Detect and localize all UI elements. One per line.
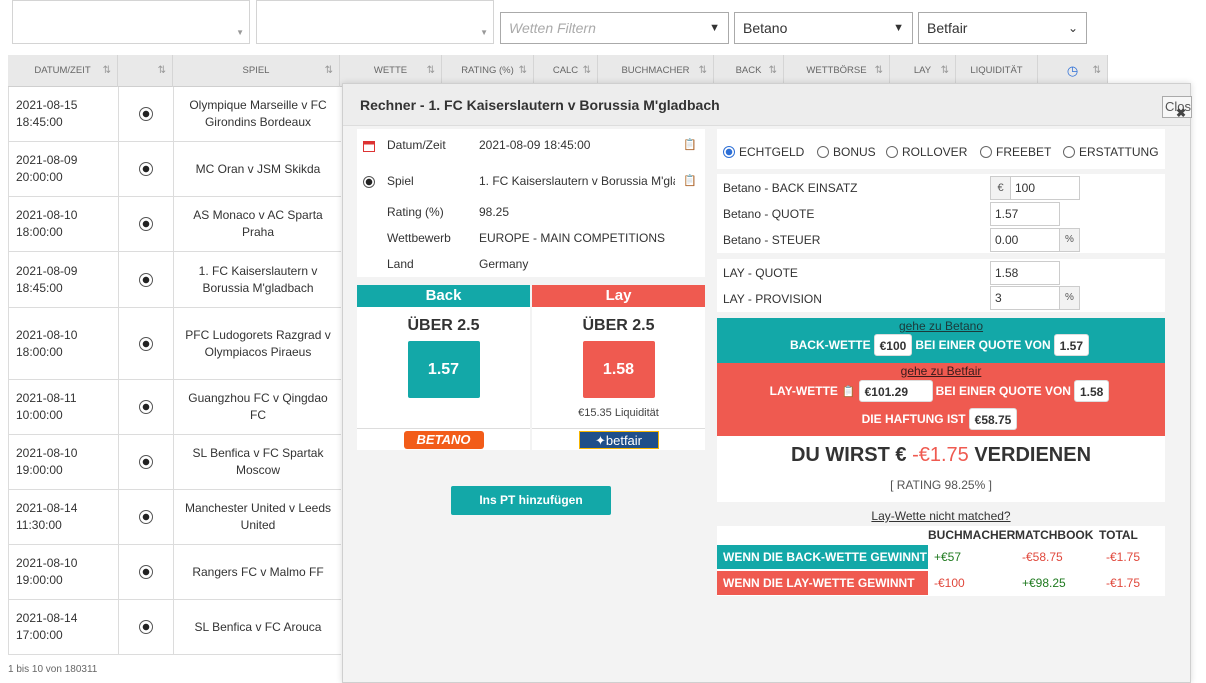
soccer-ball-icon [139,510,153,524]
lay-commission-input[interactable]: 3 [990,286,1060,310]
liability-amount: €58.75 [968,408,1018,430]
back-stake-input[interactable]: 100 [1010,176,1080,200]
table-row[interactable]: 2021-08-10 19:00:00 SL Benfica v FC Spart… [8,435,341,490]
soccer-ball-icon [139,217,153,231]
back-market: ÜBER 2.5 [407,317,480,334]
col-match[interactable]: SPIEL ⇅ [173,55,340,87]
chevron-down-icon: ▼ [480,28,488,37]
copy-icon[interactable]: 📋 [683,171,697,191]
calendar-icon [363,138,375,158]
goto-betfair-link[interactable]: gehe zu Betfair [717,364,1165,378]
betfair-logo-cell[interactable]: ✦betfair [532,428,705,450]
soccer-ball-icon [139,400,153,414]
soccer-ball-icon [139,336,153,351]
col-sport[interactable]: ⇅ [118,55,173,87]
soccer-ball-icon [139,272,153,287]
caret-down-icon: ▼ [709,22,720,34]
soccer-ball-icon [139,565,153,579]
sort-icon: ⇅ [324,65,333,76]
table-row[interactable]: 2021-08-09 20:00:00 MC Oran v JSM Skikda [8,142,341,197]
radio-icon [886,146,898,158]
outcome-summary-table: BUCHMACHER MATCHBOOK TOTAL WENN DIE BACK… [717,526,1165,596]
lay-odds-input[interactable]: 1.58 [990,261,1060,285]
sport-multiselect[interactable]: ▼ [12,0,250,44]
pagination-info: 1 bis 10 von 180311 [8,664,98,675]
lay-market: ÜBER 2.5 [582,317,655,334]
back-form: Betano - BACK EINSATZ € 100 Betano - QUO… [717,174,1165,253]
radio-bonus[interactable]: BONUS [817,145,876,159]
table-row[interactable]: 2021-08-10 18:00:00 PFC Ludogorets Razgra… [8,308,341,380]
radio-icon [817,146,829,158]
sort-icon: ⇅ [157,65,166,76]
bet-filter-select[interactable]: Wetten Filtern ▼ [500,12,729,44]
chevron-down-icon: ▼ [236,28,244,37]
soccer-ball-icon [139,162,153,176]
back-bet-amount: €100 [873,334,913,356]
profit-result: DU WIRST € -€1.75 VERDIENEN [ RATING 98.… [717,436,1165,502]
league-multiselect[interactable]: ▼ [256,0,494,44]
betfair-logo[interactable]: ✦betfair [578,430,659,449]
soccer-ball-icon [139,620,153,634]
radio-echtgeld[interactable]: ECHTGELD [723,145,804,159]
clock-icon: ◷ [1066,63,1079,78]
back-wins-label: WENN DIE BACK-WETTE GEWINNT [717,545,928,569]
radio-erstattung[interactable]: ERSTATTUNG [1063,145,1159,159]
copy-icon[interactable]: 📋 [683,135,697,155]
radio-icon [980,146,992,158]
modal-title: Rechner - 1. FC Kaiserslautern v Borussi… [343,84,1190,126]
table-row[interactable]: 2021-08-15 18:45:00 Olympique Marseille v… [8,87,341,142]
back-panel: Back ÜBER 2.5 1.57 [357,285,530,450]
radio-selected-icon [723,146,735,158]
table-row[interactable]: 2021-08-10 18:00:00 AS Monaco v AC Sparta… [8,197,341,252]
betano-logo-cell[interactable]: BETANO [357,428,530,450]
bookmaker-select[interactable]: Betano ▼ [734,12,913,44]
table-row[interactable]: 2021-08-09 18:45:00 1. FC Kaiserslautern … [8,252,341,308]
copy-icon[interactable]: 📋 [842,385,856,398]
lay-instruction-band: gehe zu Betfair LAY-WETTE 📋 €101.29 BEI … [717,363,1165,436]
profit-value: -€1.75 [912,444,969,466]
close-icon[interactable]: ✖ [1176,106,1186,120]
radio-freebet[interactable]: FREEBET [980,145,1051,159]
radio-rollover[interactable]: ROLLOVER [886,145,967,159]
radio-icon [1063,146,1075,158]
add-to-pt-button[interactable]: Ins PT hinzufügen [451,486,611,515]
lay-bet-odds: 1.58 [1073,380,1110,402]
lay-liquidity: €15.35 Liquidität [578,407,659,419]
match-info-panel: Datum/Zeit 2021-08-09 18:45:00 📋 Spiel 1… [357,129,705,277]
exchange-select[interactable]: Betfair ⌄ [918,12,1087,44]
table-row[interactable]: 2021-08-10 19:00:00 Rangers FC v Malmo FF [8,545,341,600]
lay-panel: Lay ÜBER 2.5 1.58 €15.35 Liquidität [532,285,705,450]
lay-bet-amount[interactable]: €101.29 [858,380,933,402]
table-row[interactable]: 2021-08-14 17:00:00 SL Benfica v FC Arouc… [8,600,341,655]
sort-icon: ⇅ [102,65,111,76]
back-instruction-band: gehe zu Betano BACK-WETTE €100 BEI EINER… [717,318,1165,363]
back-odds-input[interactable]: 1.57 [990,202,1060,226]
result-rating: [ RATING 98.25% ] [890,478,992,492]
bet-type-radio-group: ECHTGELD BONUS ROLLOVER FREEBET ERSTATTU… [717,129,1165,169]
goto-betano-link[interactable]: gehe zu Betano [717,319,1165,333]
back-bet-odds: 1.57 [1053,334,1090,356]
lay-odds-button[interactable]: 1.58 [582,341,655,398]
lay-form: LAY - QUOTE 1.58 LAY - PROVISION 3 % [717,259,1165,312]
caret-down-icon: ▼ [893,22,904,34]
table-row[interactable]: 2021-08-11 10:00:00 Guangzhou FC v Qingda… [8,380,341,435]
lay-wins-label: WENN DIE LAY-WETTE GEWINNT [717,571,928,595]
soccer-ball-icon [139,107,153,121]
lay-not-matched-link[interactable]: Lay-Wette nicht matched? [717,509,1165,523]
col-datetime[interactable]: DATUM/ZEIT ⇅ [8,55,118,87]
back-odds-button[interactable]: 1.57 [407,341,480,398]
betano-logo[interactable]: BETANO [403,430,484,449]
table-row[interactable]: 2021-08-14 11:30:00 Manchester United v L… [8,490,341,545]
chevron-down-icon: ⌄ [1067,21,1078,35]
soccer-ball-icon [139,455,153,469]
lay-header: Lay [532,285,705,307]
betfair-arrow-icon: ✦ [594,432,606,448]
back-tax-input[interactable]: 0.00 [990,228,1060,252]
soccer-ball-icon [363,174,375,194]
back-header: Back [357,285,530,307]
